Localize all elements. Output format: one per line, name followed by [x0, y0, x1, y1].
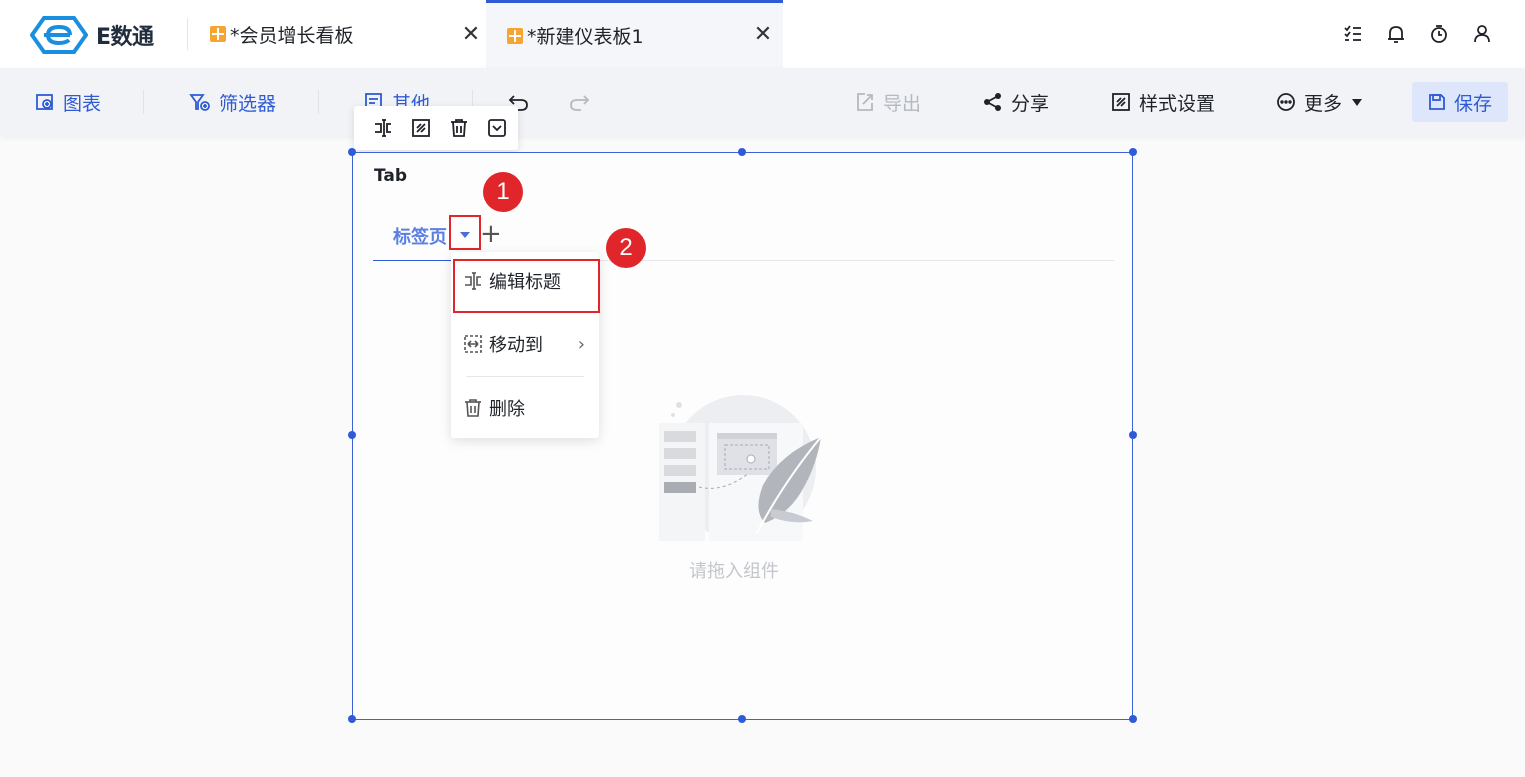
- close-icon[interactable]: ✕: [457, 20, 485, 48]
- collapse-tool-button[interactable]: [478, 113, 516, 143]
- edit-title-highlight-box: [453, 259, 600, 313]
- style-icon: [1112, 93, 1130, 111]
- caret-down-icon: [1352, 98, 1363, 106]
- redo-button[interactable]: [568, 68, 598, 136]
- style-settings-button[interactable]: 样式设置: [1111, 68, 1215, 136]
- top-right-icons: [1331, 20, 1503, 48]
- resize-handle[interactable]: [1129, 715, 1137, 723]
- tab-dropdown-toggle[interactable]: [449, 215, 481, 250]
- more-label: 更多: [1304, 92, 1343, 115]
- add-tab-button[interactable]: +: [480, 221, 502, 247]
- resize-handle[interactable]: [1129, 148, 1137, 156]
- doc-tab-member-growth[interactable]: *会员增长看板 ✕: [210, 0, 485, 68]
- style-icon: [412, 119, 430, 137]
- rename-tool-button[interactable]: [364, 113, 402, 143]
- dashboard-icon: [507, 27, 523, 44]
- more-icon: [1277, 93, 1295, 111]
- menu-item-delete[interactable]: 删除: [451, 388, 599, 428]
- chevron-box-icon: [488, 119, 506, 137]
- component-toolbar: [354, 106, 518, 150]
- add-chart-button[interactable]: 图表: [35, 68, 101, 136]
- empty-state-hint: 请拖入组件: [689, 561, 779, 582]
- resize-handle[interactable]: [348, 715, 356, 723]
- component-title: Tab: [374, 166, 408, 186]
- share-label: 分享: [1011, 92, 1050, 115]
- menu-item-label: 移动到: [489, 335, 543, 356]
- add-filter-label: 筛选器: [219, 92, 277, 115]
- doc-tab-label: *新建仪表板1: [527, 26, 644, 48]
- export-button[interactable]: 导出: [855, 68, 921, 136]
- menu-item-move-to[interactable]: 移动到 ›: [451, 324, 599, 364]
- step-callout-2: 2: [606, 228, 646, 268]
- resize-handle[interactable]: [348, 431, 356, 439]
- tab-page-label[interactable]: 标签页: [393, 223, 447, 249]
- logo-divider: [187, 18, 188, 50]
- user-icon[interactable]: [1460, 20, 1503, 48]
- menu-item-label: 删除: [489, 399, 525, 420]
- style-tool-button[interactable]: [402, 113, 440, 143]
- more-button[interactable]: 更多: [1276, 68, 1363, 136]
- export-label: 导出: [883, 92, 922, 115]
- save-label: 保存: [1453, 92, 1492, 115]
- add-chart-label: 图表: [63, 92, 102, 115]
- redo-icon: [570, 95, 590, 111]
- bell-icon[interactable]: [1374, 20, 1417, 48]
- resize-handle[interactable]: [738, 715, 746, 723]
- export-icon: [857, 93, 873, 111]
- text-cursor-icon: [375, 119, 391, 137]
- app-logo[interactable]: E数通: [30, 16, 154, 54]
- title-bar: E数通 *会员增长看板 ✕ *新建仪表板1 ✕: [0, 0, 1525, 68]
- timer-icon[interactable]: [1417, 20, 1460, 48]
- doc-tab-label: *会员增长看板: [230, 24, 354, 47]
- move-icon: [464, 335, 482, 353]
- empty-state-illustration: [659, 395, 822, 541]
- logo-icon: [30, 16, 88, 54]
- logo-text: E数通: [96, 25, 154, 50]
- chevron-right-icon: ›: [577, 333, 585, 355]
- delete-tool-button[interactable]: [440, 113, 478, 143]
- caret-down-icon: [460, 231, 470, 238]
- add-filter-button[interactable]: 筛选器: [189, 68, 276, 136]
- close-icon[interactable]: ✕: [749, 20, 777, 48]
- save-button[interactable]: 保存: [1412, 82, 1508, 122]
- style-settings-label: 样式设置: [1139, 92, 1216, 115]
- share-button[interactable]: 分享: [983, 68, 1049, 136]
- main-toolbar: 图表 筛选器 其他 导出 分享 样式设置 更多 保存: [0, 68, 1525, 136]
- task-list-icon[interactable]: [1331, 20, 1374, 48]
- share-icon: [984, 93, 1001, 111]
- chart-add-icon: [36, 94, 53, 110]
- toolbar-divider: [318, 90, 319, 114]
- resize-handle[interactable]: [738, 148, 746, 156]
- filter-add-icon: [189, 94, 210, 111]
- trash-icon: [451, 119, 467, 137]
- trash-icon: [465, 399, 481, 417]
- doc-tab-new-dashboard[interactable]: *新建仪表板1 ✕: [486, 0, 783, 68]
- toolbar-divider: [143, 90, 144, 114]
- save-icon: [1429, 94, 1445, 110]
- step-callout-1: 1: [483, 172, 523, 212]
- resize-handle[interactable]: [348, 148, 356, 156]
- resize-handle[interactable]: [1129, 431, 1137, 439]
- menu-divider: [466, 376, 584, 377]
- dashboard-icon: [210, 26, 226, 42]
